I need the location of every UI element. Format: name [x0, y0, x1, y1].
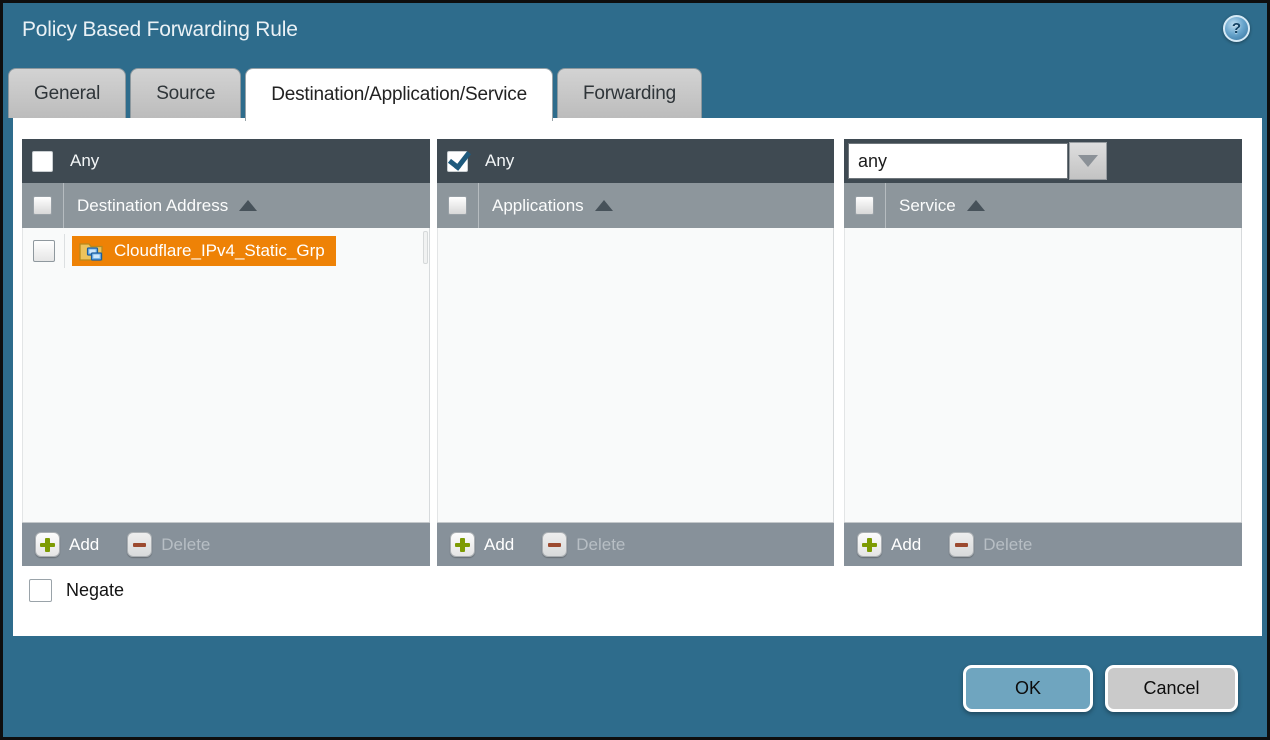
service-footer: Add Delete — [844, 522, 1242, 566]
tab-forwarding[interactable]: Forwarding — [557, 68, 702, 118]
destination-footer: Add Delete — [22, 522, 430, 566]
applications-add-button[interactable]: Add — [450, 532, 514, 557]
ok-button[interactable]: OK — [963, 665, 1093, 712]
destination-list: Cloudflare_IPv4_Static_Grp — [22, 228, 430, 522]
applications-footer: Add Delete — [437, 522, 834, 566]
service-add-button[interactable]: Add — [857, 532, 921, 557]
chevron-down-icon — [1078, 155, 1098, 167]
service-column-header: Service — [844, 183, 1242, 228]
sort-ascending-icon — [239, 200, 257, 211]
destination-select-all-checkbox[interactable] — [33, 196, 52, 215]
tab-destination-application-service[interactable]: Destination/Application/Service — [245, 68, 553, 121]
tab-content: Any Destination Address — [13, 118, 1262, 636]
sort-ascending-icon — [967, 200, 985, 211]
destination-sort-control[interactable]: Destination Address — [64, 183, 257, 228]
service-column-label: Service — [899, 196, 956, 216]
tab-bar: General Source Destination/Application/S… — [8, 68, 702, 121]
destination-scrollbar[interactable] — [423, 231, 428, 264]
add-plus-icon — [857, 532, 882, 557]
add-plus-icon — [35, 532, 60, 557]
applications-column-label: Applications — [492, 196, 584, 216]
destination-address-panel: Any Destination Address — [22, 139, 430, 566]
applications-any-checkbox[interactable] — [447, 151, 468, 172]
dialog-title: Policy Based Forwarding Rule — [22, 18, 298, 42]
destination-column-label: Destination Address — [77, 196, 228, 216]
policy-based-forwarding-dialog: Policy Based Forwarding Rule ? General S… — [0, 0, 1270, 740]
delete-minus-icon — [542, 532, 567, 557]
sort-ascending-icon — [595, 200, 613, 211]
destination-address-item[interactable]: Cloudflare_IPv4_Static_Grp — [72, 236, 336, 266]
negate-checkbox[interactable] — [29, 579, 52, 602]
delete-minus-icon — [127, 532, 152, 557]
tab-general[interactable]: General — [8, 68, 126, 118]
destination-add-button[interactable]: Add — [35, 532, 99, 557]
service-delete-button[interactable]: Delete — [949, 532, 1032, 557]
help-icon[interactable]: ? — [1223, 15, 1250, 42]
cancel-button[interactable]: Cancel — [1105, 665, 1238, 712]
destination-delete-button[interactable]: Delete — [127, 532, 210, 557]
delete-minus-icon — [949, 532, 974, 557]
applications-panel: Any Applications Add Delete — [437, 139, 834, 566]
applications-select-all-checkbox[interactable] — [448, 196, 467, 215]
destination-any-label: Any — [70, 151, 99, 171]
service-list — [844, 228, 1242, 522]
destination-row-checkbox[interactable] — [33, 240, 55, 262]
applications-sort-control[interactable]: Applications — [479, 183, 613, 228]
applications-delete-button[interactable]: Delete — [542, 532, 625, 557]
service-sort-control[interactable]: Service — [886, 183, 985, 228]
service-select-all-checkbox[interactable] — [855, 196, 874, 215]
applications-any-label: Any — [485, 151, 514, 171]
add-plus-icon — [450, 532, 475, 557]
service-dropdown-button[interactable] — [1069, 142, 1107, 180]
address-group-icon — [79, 240, 105, 263]
destination-column-header: Destination Address — [22, 183, 430, 228]
destination-address-item-label: Cloudflare_IPv4_Static_Grp — [114, 241, 325, 261]
negate-label: Negate — [66, 580, 124, 601]
applications-list — [437, 228, 834, 522]
destination-list-row: Cloudflare_IPv4_Static_Grp — [23, 228, 429, 268]
tab-source[interactable]: Source — [130, 68, 241, 118]
applications-column-header: Applications — [437, 183, 834, 228]
destination-any-header: Any — [22, 139, 430, 183]
service-panel: any Service Add Del — [844, 139, 1242, 566]
destination-any-checkbox[interactable] — [32, 151, 53, 172]
negate-row: Negate — [29, 579, 124, 602]
service-any-header: any — [844, 139, 1242, 183]
service-dropdown[interactable]: any — [848, 143, 1068, 179]
applications-any-header: Any — [437, 139, 834, 183]
